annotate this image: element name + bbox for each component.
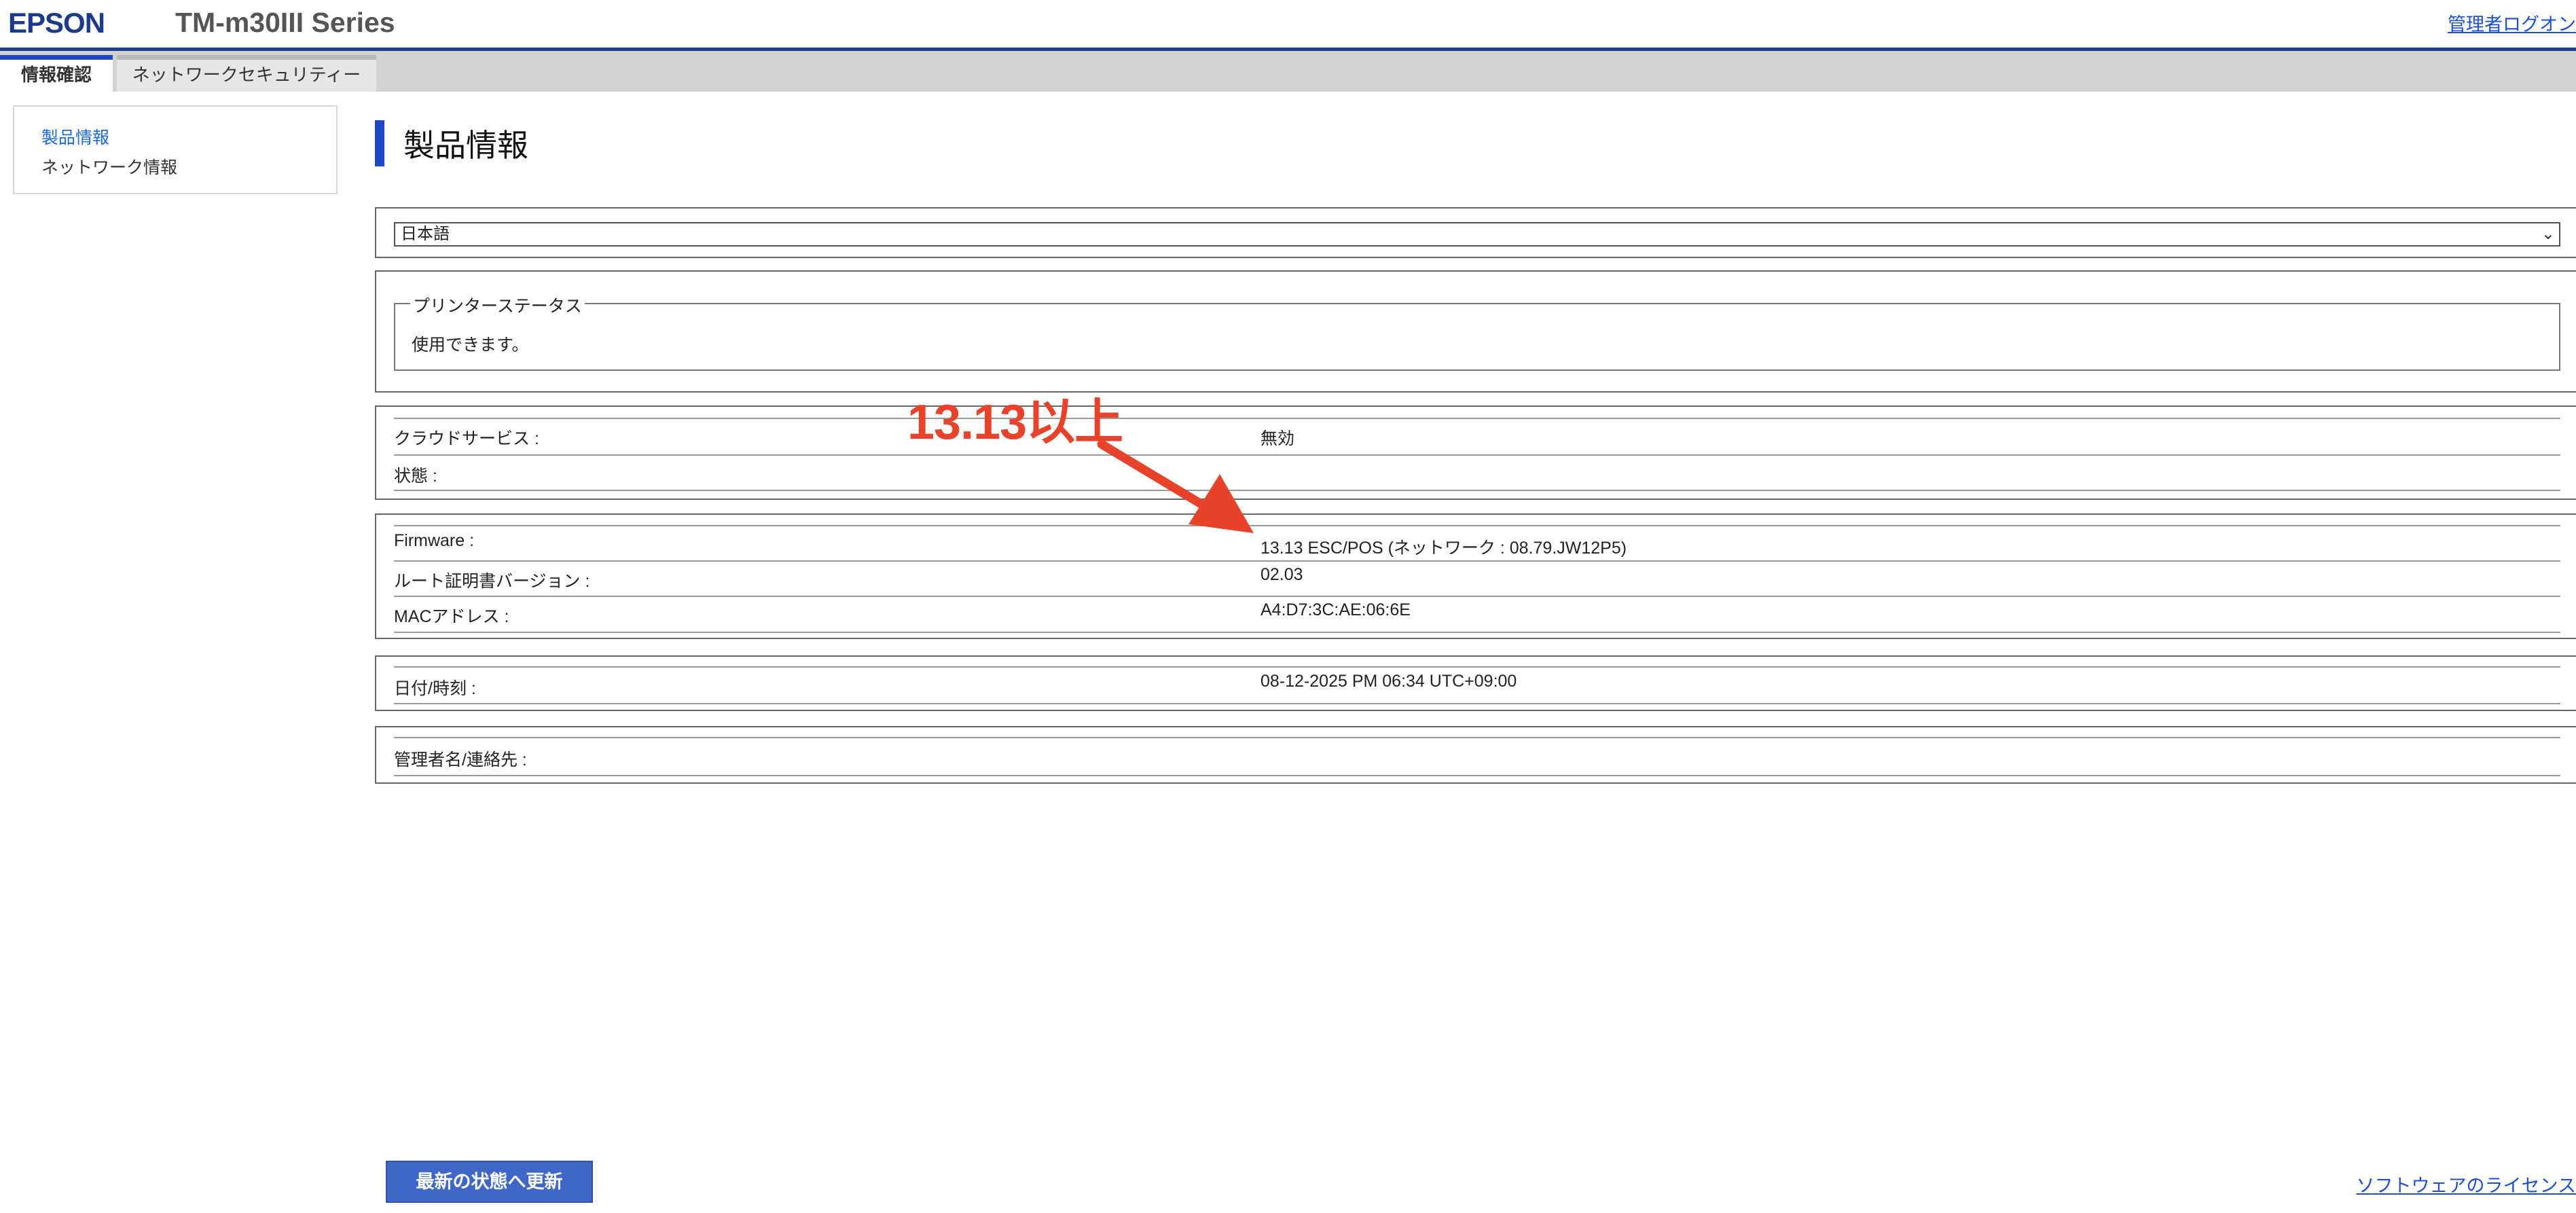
printer-status-panel: プリンターステータス 使用できます。	[375, 270, 2576, 393]
software-license-link[interactable]: ソフトウェアのライセンス	[2357, 1171, 2576, 1197]
page-title: 製品情報	[403, 128, 528, 163]
page-header: EPSON TM-m30III Series 管理者ログオン	[0, 0, 2576, 51]
root-cert-version-label: ルート証明書バージョン :	[394, 572, 590, 591]
root-cert-version-value: 02.03	[1260, 565, 1303, 584]
mac-address-label: MACアドレス :	[394, 607, 509, 626]
row-divider	[394, 490, 2560, 491]
printer-status-fieldset: プリンターステータス 使用できます。	[394, 293, 2560, 371]
row-divider	[394, 703, 2560, 704]
chevron-down-icon: ⌄	[2541, 225, 2555, 243]
model-name: TM-m30III Series	[175, 7, 395, 38]
datetime-label: 日付/時刻 :	[394, 679, 476, 698]
sidebar-item-network-info[interactable]: ネットワーク情報	[41, 154, 177, 179]
admin-panel: 管理者名/連絡先 :	[375, 726, 2576, 784]
cloud-state-label: 状態 :	[394, 467, 437, 486]
admin-contact-label: 管理者名/連絡先 :	[394, 750, 527, 770]
firmware-value: 13.13 ESC/POS (ネットワーク : 08.79.JW12P5)	[1260, 539, 1627, 558]
admin-logon-link[interactable]: 管理者ログオン	[2448, 10, 2576, 36]
row-divider	[394, 418, 2560, 419]
firmware-label: Firmware :	[394, 531, 475, 550]
row-divider	[394, 525, 2560, 526]
epson-logo: EPSON	[8, 7, 105, 39]
row-divider	[394, 454, 2560, 456]
datetime-value: 08-12-2025 PM 06:34 UTC+09:00	[1260, 672, 1517, 691]
device-info-panel: Firmware : 13.13 ESC/POS (ネットワーク : 08.79…	[375, 513, 2576, 639]
language-panel: 日本語 ⌄	[375, 207, 2576, 258]
sidebar-item-product-info[interactable]: 製品情報	[41, 124, 109, 149]
row-divider	[394, 737, 2560, 738]
tab-bar: 情報確認 ネットワークセキュリティー	[0, 51, 2576, 92]
row-divider	[394, 775, 2560, 776]
cloud-panel: クラウドサービス : 無効 状態 :	[375, 405, 2576, 500]
refresh-button[interactable]: 最新の状態へ更新	[386, 1161, 593, 1203]
language-select-value: 日本語	[401, 225, 450, 243]
title-accent-bar	[375, 120, 384, 166]
printer-status-legend: プリンターステータス	[410, 293, 585, 317]
printer-status-text: 使用できます。	[412, 336, 529, 355]
datetime-panel: 日付/時刻 : 08-12-2025 PM 06:34 UTC+09:00	[375, 655, 2576, 711]
row-divider	[394, 666, 2560, 668]
row-divider	[394, 632, 2560, 633]
sidebar: 製品情報 ネットワーク情報	[13, 105, 338, 194]
row-divider	[394, 560, 2560, 562]
cloud-service-label: クラウドサービス :	[394, 429, 539, 448]
cloud-service-value: 無効	[1260, 429, 1295, 448]
tab-network-security[interactable]: ネットワークセキュリティー	[117, 55, 376, 92]
annotation-arrow-icon	[1097, 439, 1254, 533]
tab-info[interactable]: 情報確認	[0, 55, 113, 92]
language-select[interactable]: 日本語 ⌄	[394, 222, 2560, 247]
row-divider	[394, 596, 2560, 597]
mac-address-value: A4:D7:3C:AE:06:6E	[1260, 600, 1411, 619]
